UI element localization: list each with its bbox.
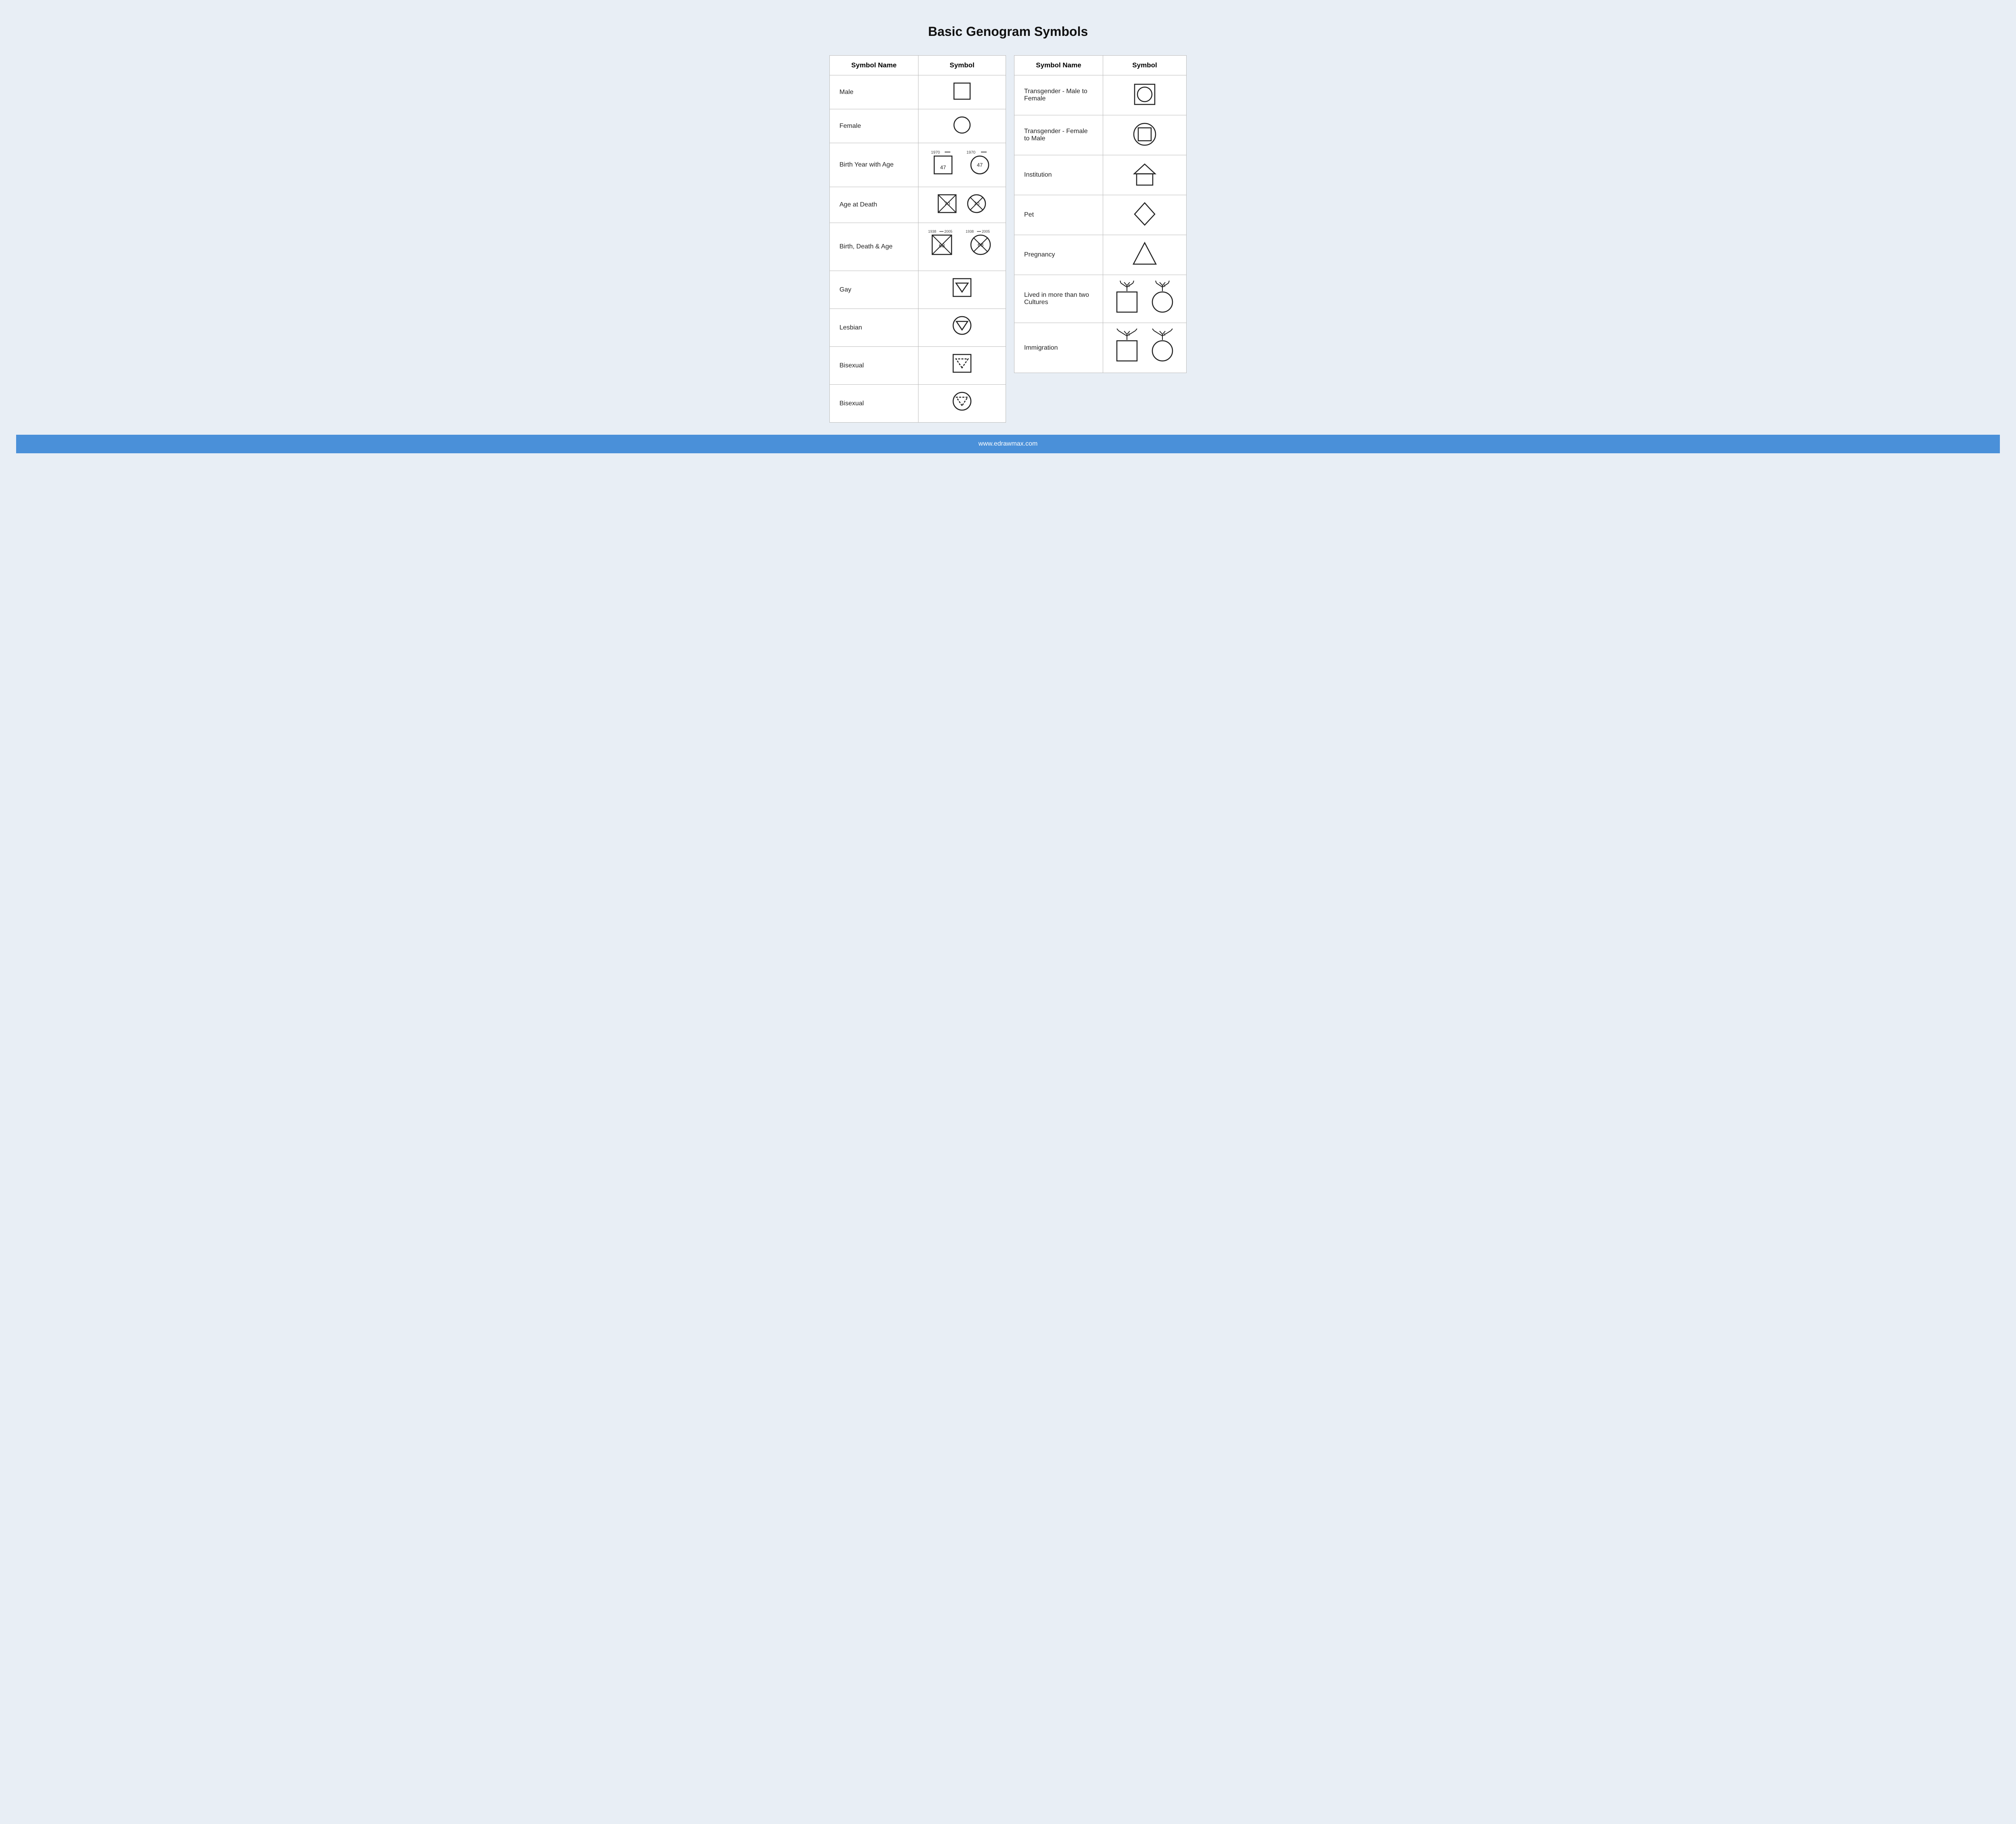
- svg-text:4: 4: [1163, 333, 1166, 337]
- svg-text:4: 4: [1163, 284, 1166, 288]
- tables-wrapper: Symbol Name Symbol Male Female: [16, 55, 2000, 423]
- symbol-immigration: 4: [1103, 323, 1187, 373]
- symbol-female: [918, 109, 1006, 143]
- symbol-pet: [1103, 195, 1187, 235]
- svg-text:2005: 2005: [982, 229, 990, 233]
- symbol-cultures: 4 4: [1103, 275, 1187, 323]
- page-title: Basic Genogram Symbols: [16, 24, 2000, 39]
- symbol-trans-mtf: [1103, 75, 1187, 115]
- row-label-birth-year: Birth Year with Age: [830, 143, 918, 187]
- table-row: Birth, Death & Age 1938 2005 68: [830, 223, 1006, 271]
- symbol-institution: [1103, 155, 1187, 195]
- svg-text:70: 70: [944, 200, 950, 206]
- left-table: Symbol Name Symbol Male Female: [829, 55, 1006, 423]
- row-label-male: Male: [830, 75, 918, 109]
- svg-text:2005: 2005: [944, 229, 952, 233]
- row-label-trans-mtf: Transgender - Male to Female: [1014, 75, 1103, 115]
- svg-text:1970: 1970: [931, 150, 940, 155]
- table-row: Institution: [1014, 155, 1187, 195]
- table-row: Birth Year with Age 1970 47 1970: [830, 143, 1006, 187]
- table-row: Lived in more than two Cultures: [1014, 275, 1187, 323]
- symbol-pregnancy: [1103, 235, 1187, 275]
- footer-bar: www.edrawmax.com: [16, 435, 2000, 453]
- table-row: Female: [830, 109, 1006, 143]
- table-row: Age at Death 70 70: [830, 187, 1006, 223]
- right-header-name: Symbol Name: [1014, 56, 1103, 75]
- footer-text: www.edrawmax.com: [979, 440, 1038, 447]
- table-row: Transgender - Female to Male: [1014, 115, 1187, 155]
- symbol-lesbian: [918, 309, 1006, 347]
- right-header-symbol: Symbol: [1103, 56, 1187, 75]
- row-label-trans-ftm: Transgender - Female to Male: [1014, 115, 1103, 155]
- row-label-birth-death: Birth, Death & Age: [830, 223, 918, 271]
- left-header-name: Symbol Name: [830, 56, 918, 75]
- table-row: Immigration: [1014, 323, 1187, 373]
- symbol-male: [918, 75, 1006, 109]
- table-row: Transgender - Male to Female: [1014, 75, 1187, 115]
- symbol-bisexual-female: [918, 385, 1006, 423]
- svg-text:1938: 1938: [928, 229, 936, 233]
- left-header-symbol: Symbol: [918, 56, 1006, 75]
- svg-text:68: 68: [978, 242, 983, 248]
- symbol-gay: [918, 271, 1006, 309]
- svg-text:4: 4: [1128, 284, 1130, 288]
- row-label-lesbian: Lesbian: [830, 309, 918, 347]
- svg-text:1970: 1970: [966, 150, 976, 155]
- symbol-trans-ftm: [1103, 115, 1187, 155]
- right-table: Symbol Name Symbol Transgender - Male to…: [1014, 55, 1187, 373]
- row-label-gay: Gay: [830, 271, 918, 309]
- svg-text:1938: 1938: [966, 229, 974, 233]
- table-row: Lesbian: [830, 309, 1006, 347]
- row-label-bisexual-male: Bisexual: [830, 347, 918, 385]
- table-row: Bisexual: [830, 385, 1006, 423]
- table-row: Male: [830, 75, 1006, 109]
- row-label-female: Female: [830, 109, 918, 143]
- row-label-age-death: Age at Death: [830, 187, 918, 223]
- table-row: Bisexual: [830, 347, 1006, 385]
- row-label-immigration: Immigration: [1014, 323, 1103, 373]
- symbol-birth-year: 1970 47 1970 47: [918, 143, 1006, 187]
- row-label-pregnancy: Pregnancy: [1014, 235, 1103, 275]
- row-label-cultures: Lived in more than two Cultures: [1014, 275, 1103, 323]
- table-row: Gay: [830, 271, 1006, 309]
- svg-text:70: 70: [974, 200, 979, 206]
- table-row: Pet: [1014, 195, 1187, 235]
- svg-text:47: 47: [940, 164, 946, 170]
- svg-text:47: 47: [977, 162, 983, 168]
- table-row: Pregnancy: [1014, 235, 1187, 275]
- symbol-age-death: 70 70: [918, 187, 1006, 223]
- row-label-pet: Pet: [1014, 195, 1103, 235]
- row-label-bisexual-female: Bisexual: [830, 385, 918, 423]
- row-label-institution: Institution: [1014, 155, 1103, 195]
- symbol-birth-death: 1938 2005 68 1938 2005: [918, 223, 1006, 271]
- svg-text:4: 4: [1128, 333, 1130, 337]
- symbol-bisexual-male: [918, 347, 1006, 385]
- svg-text:68: 68: [939, 242, 945, 248]
